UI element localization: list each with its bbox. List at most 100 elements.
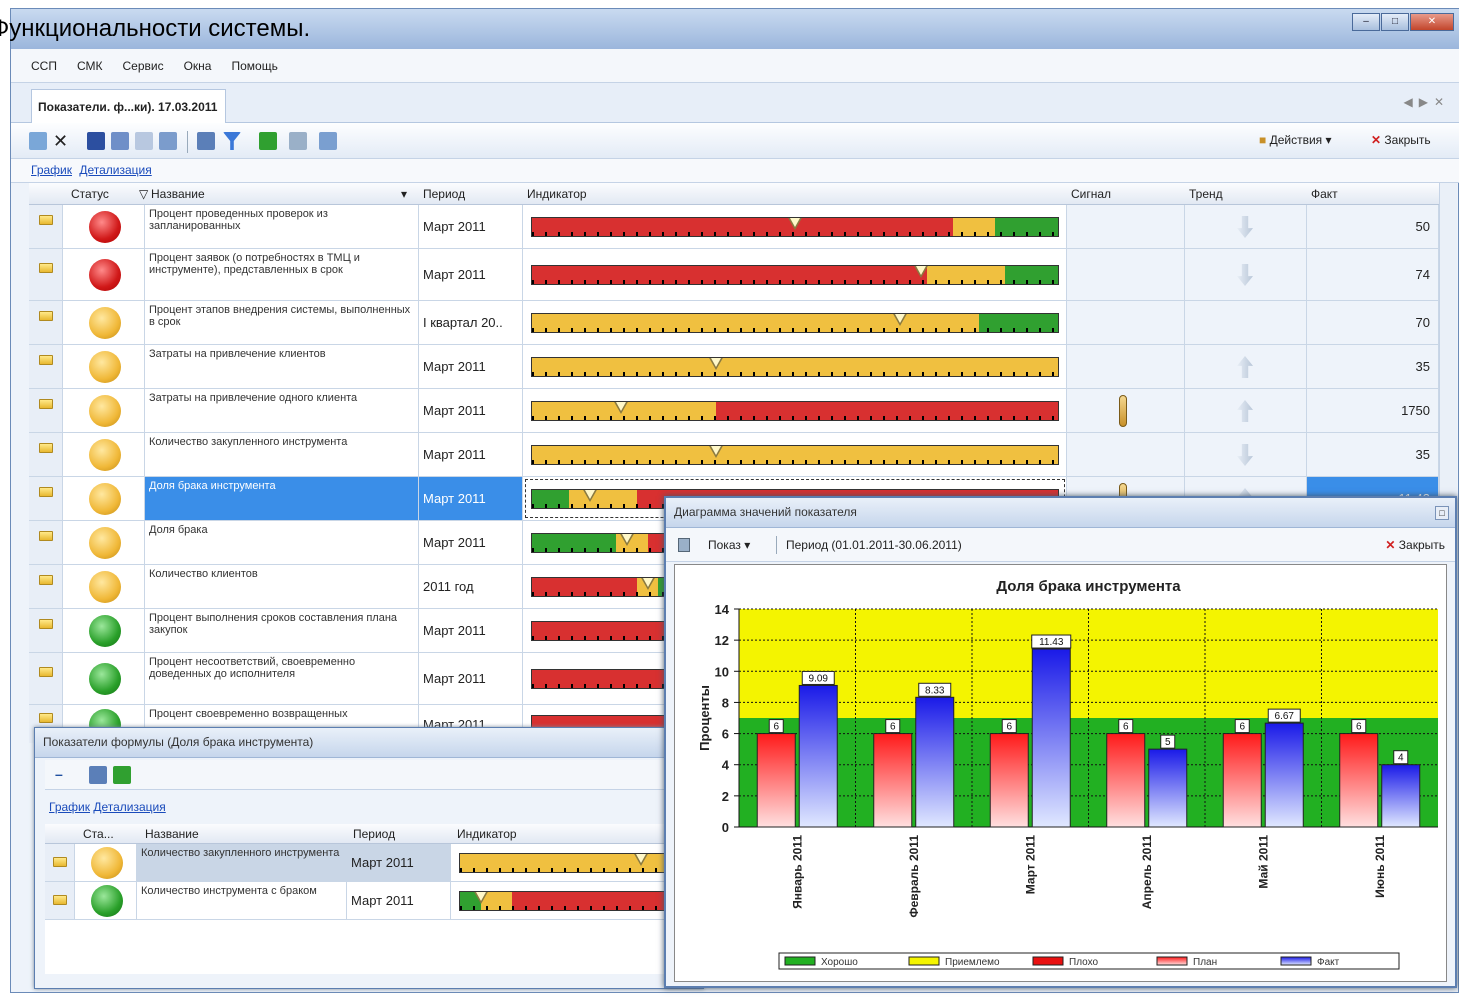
name-cell: Количество клиентов [145,565,419,608]
col-fact[interactable]: Факт [1311,187,1338,201]
row-header[interactable] [29,249,63,300]
save-icon[interactable] [87,132,105,150]
plan-marker [708,446,725,458]
indicator-bar [531,445,1059,465]
maximize-button[interactable]: □ [1381,13,1409,31]
row-header[interactable] [45,844,75,881]
row-header[interactable] [29,477,63,520]
table-row[interactable]: Процент заявок (о потребностях в ТМЦ и и… [29,249,1439,301]
formula-links: График Детализация [49,800,166,814]
menu-item-smk[interactable]: СМК [77,59,103,73]
folder-icon [39,667,53,677]
col-period[interactable]: Период [423,187,465,201]
row-header[interactable] [29,565,63,608]
row-header[interactable] [29,301,63,344]
export-icon[interactable] [159,132,177,150]
row-header[interactable] [29,653,63,704]
actions-button[interactable]: ■ Действия ▾ [1259,133,1332,147]
y-tick-label: 14 [715,602,730,617]
detail-link[interactable]: Детализация [79,163,151,177]
chart-link[interactable]: График [31,163,72,177]
formula-row[interactable]: Количество инструмента с браком Март 2011 [45,882,685,920]
menu-item-service[interactable]: Сервис [123,59,164,73]
column-chooser-icon[interactable]: ▾ [401,187,407,201]
menu-item-windows[interactable]: Окна [184,59,212,73]
table-row[interactable]: Процент этапов внедрения системы, выполн… [29,301,1439,345]
formula-row[interactable]: Количество закупленного инструмента Март … [45,844,685,882]
col-trend[interactable]: Тренд [1189,187,1223,201]
row-header[interactable] [29,609,63,652]
tab-navigation[interactable]: ◀▶✕ [1403,95,1450,109]
col-indicator[interactable]: Индикатор [527,187,587,201]
menu-bar: ССП СМК Сервис Окна Помощь [11,49,1459,83]
filter-icon[interactable] [223,132,241,150]
formula-chart-link[interactable]: График [49,800,90,814]
close-button[interactable]: ✕ Закрыть [1371,133,1431,147]
chart-window-maximize[interactable]: □ [1435,506,1449,520]
folder-icon [39,355,53,365]
filter-icon[interactable]: ▽ [139,187,148,201]
fact-bar [798,684,838,828]
name-cell: Количество инструмента с браком [137,882,347,919]
collapse-icon[interactable]: – [55,766,63,782]
excel-icon[interactable] [259,132,277,150]
menu-item-ssp[interactable]: ССП [31,59,57,73]
col-signal[interactable]: Сигнал [1071,187,1111,201]
folder-icon [53,857,67,867]
table-row[interactable]: Процент проведенных проверок из запланир… [29,205,1439,249]
trend-down-icon [1237,216,1253,238]
copy-icon[interactable] [111,132,129,150]
fcol-period[interactable]: Период [353,827,395,841]
row-header[interactable] [29,345,63,388]
menu-item-help[interactable]: Помощь [231,59,277,73]
formula-window-titlebar[interactable]: Показатели формулы (Доля брака инструмен… [35,728,703,758]
delete-icon[interactable]: ✕ [53,132,71,150]
table-row[interactable]: Затраты на привлечение клиентов Март 2011… [29,345,1439,389]
screenshot-root: Функциональности системы. – □ ✕ ССП СМК … [0,0,1459,997]
row-header[interactable] [29,389,63,432]
refresh-icon[interactable] [197,132,215,150]
close-window-button[interactable]: ✕ [1410,13,1454,31]
col-status[interactable]: Статус [71,187,109,201]
folder-icon [39,575,53,585]
chart-close-button[interactable]: ✕ Закрыть [1385,538,1445,552]
fact-data-label: 5 [1165,737,1171,748]
signal-cell [1067,301,1185,344]
fcol-name[interactable]: Название [145,827,199,841]
excel-icon[interactable] [113,766,131,784]
row-header[interactable] [29,521,63,564]
fact-cell: 35 [1307,433,1439,476]
row-header[interactable] [29,205,63,248]
y-tick-label: 2 [722,789,729,804]
edit-icon[interactable] [29,132,47,150]
row-header[interactable] [45,882,75,919]
refresh-icon[interactable] [89,766,107,784]
settings-icon[interactable] [319,132,337,150]
col-name[interactable]: Название [151,187,205,201]
chart-window-titlebar[interactable]: Диаграмма значений показателя □ [666,498,1455,528]
formula-grid: Ста... Название Период Индикатор Количес… [45,824,685,974]
table-row[interactable]: Количество закупленного инструмента Март … [29,433,1439,477]
bar-ticks [532,232,1058,236]
formula-detail-link[interactable]: Детализация [93,800,165,814]
row-header[interactable] [29,433,63,476]
period-label[interactable]: Период (01.01.2011-30.06.2011) [786,538,962,552]
show-label: Показ [708,538,741,552]
plan-marker [913,266,930,278]
fcol-status[interactable]: Ста... [83,827,114,841]
toolbar-separator [776,536,777,554]
plan-data-label: 6 [1239,722,1245,733]
print-preview-icon[interactable] [289,132,307,150]
table-row[interactable]: Затраты на привлечение одного клиента Мар… [29,389,1439,433]
minimize-button[interactable]: – [1352,13,1380,31]
folder-icon [53,895,67,905]
indicator-cell [523,205,1067,248]
tab-indicators[interactable]: Показатели. ф...ки). 17.03.2011 [31,89,227,123]
show-dropdown[interactable]: Показ ▾ [708,538,750,552]
chart-close-label: Закрыть [1398,538,1445,552]
indicator-bar [531,313,1059,333]
fcol-indicator[interactable]: Индикатор [457,827,517,841]
print-icon[interactable] [135,132,153,150]
name-cell: Затраты на привлечение клиентов [145,345,419,388]
y-axis-label: Проценты [697,685,712,751]
